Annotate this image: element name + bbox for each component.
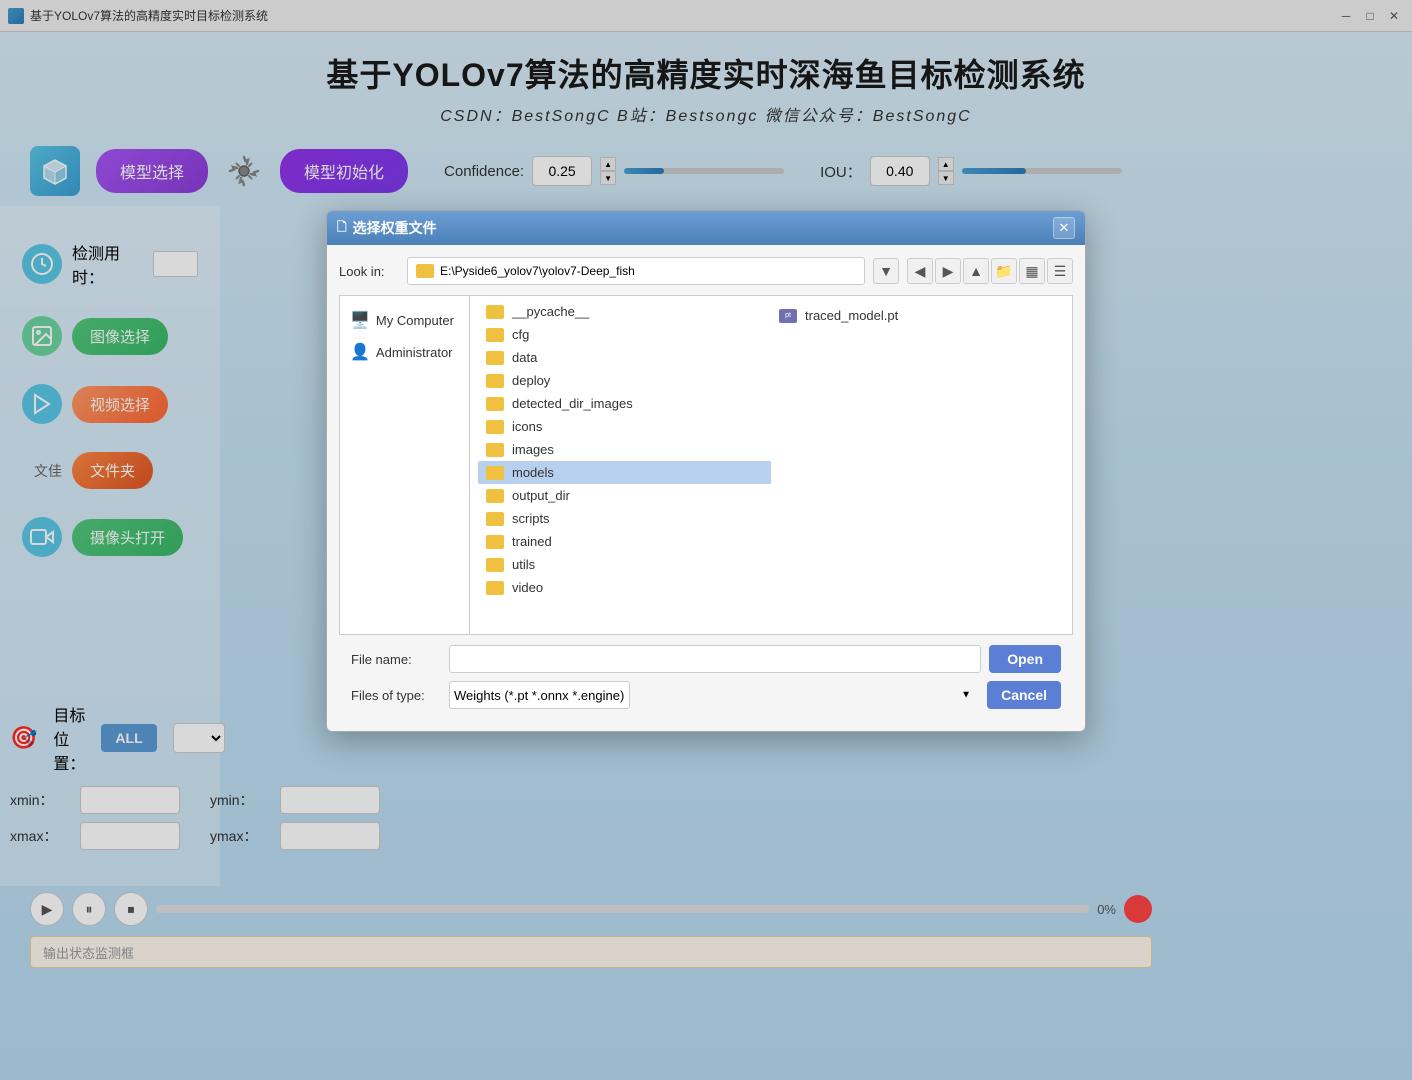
- list-item[interactable]: output_dir: [478, 484, 771, 507]
- lookin-label: Look in:: [339, 264, 399, 279]
- nav-new-folder-button[interactable]: 📁: [991, 258, 1017, 284]
- folder-icon: [486, 351, 504, 365]
- list-item[interactable]: scripts: [478, 507, 771, 530]
- lookin-row: Look in: E:\Pyside6_yolov7\yolov7-Deep_f…: [339, 257, 1073, 285]
- path-dropdown: ▼: [873, 258, 899, 284]
- user-icon: 👤: [350, 342, 370, 362]
- file-dialog: 🗋 选择权重文件 ✕ Look in: E:\Pyside6_yolov7\yo…: [326, 210, 1086, 732]
- list-item[interactable]: deploy: [478, 369, 771, 392]
- folder-icon: [486, 512, 504, 526]
- folder-icon: [486, 558, 504, 572]
- dialog-tree: 🖥️ My Computer 👤 Administrator: [340, 296, 470, 634]
- folder-icon: [486, 581, 504, 595]
- filetype-row: Files of type: Weights (*.pt *.onnx *.en…: [351, 681, 1061, 709]
- filename-row: File name: Open: [351, 645, 1061, 673]
- pt-file-icon: pt: [779, 309, 797, 323]
- filetype-select-wrapper: Weights (*.pt *.onnx *.engine) ▼: [449, 681, 979, 709]
- list-item[interactable]: detected_dir_images: [478, 392, 771, 415]
- dialog-title: 🗋 选择权重文件: [337, 218, 437, 239]
- dialog-files: __pycache__ cfg data: [470, 296, 1072, 634]
- dialog-title-bar: 🗋 选择权重文件 ✕: [327, 211, 1085, 245]
- nav-list-view-button[interactable]: ▦: [1019, 258, 1045, 284]
- list-item-models[interactable]: models: [478, 461, 771, 484]
- list-item[interactable]: utils: [478, 553, 771, 576]
- dialog-body: Look in: E:\Pyside6_yolov7\yolov7-Deep_f…: [327, 245, 1085, 731]
- folder-icon: [486, 420, 504, 434]
- dialog-footer: File name: Open Files of type: Weights (…: [339, 635, 1073, 719]
- folder-icon: [486, 535, 504, 549]
- select-arrow-icon: ▼: [961, 690, 971, 701]
- folder-icon: [486, 397, 504, 411]
- filetype-label: Files of type:: [351, 688, 441, 703]
- lookin-folder-icon: [416, 264, 434, 278]
- path-dropdown-btn[interactable]: ▼: [873, 258, 899, 284]
- list-item[interactable]: data: [478, 346, 771, 369]
- lookin-path: E:\Pyside6_yolov7\yolov7-Deep_fish: [407, 257, 865, 285]
- folder-icon: [486, 443, 504, 457]
- folder-icon: [486, 466, 504, 480]
- list-item-traced[interactable]: pt traced_model.pt: [771, 304, 1064, 327]
- nav-back-button[interactable]: ◀: [907, 258, 933, 284]
- files-right-col: pt traced_model.pt: [771, 300, 1064, 599]
- nav-forward-button[interactable]: ▶: [935, 258, 961, 284]
- nav-up-button[interactable]: ▲: [963, 258, 989, 284]
- filename-label: File name:: [351, 652, 441, 667]
- list-item[interactable]: trained: [478, 530, 771, 553]
- tree-item-computer[interactable]: 🖥️ My Computer: [340, 304, 469, 336]
- list-item[interactable]: cfg: [478, 323, 771, 346]
- dialog-close-button[interactable]: ✕: [1053, 217, 1075, 239]
- list-item[interactable]: video: [478, 576, 771, 599]
- files-layout: __pycache__ cfg data: [478, 300, 1064, 599]
- folder-icon: [486, 374, 504, 388]
- list-item[interactable]: images: [478, 438, 771, 461]
- main-window: 基于YOLOv7算法的高精度实时目标检测系统 ─ □ ✕ 基于YOLOv7算法的…: [0, 0, 1412, 1080]
- cancel-button[interactable]: Cancel: [987, 681, 1061, 709]
- nav-buttons: ◀ ▶ ▲ 📁 ▦ ☰: [907, 258, 1073, 284]
- list-item[interactable]: __pycache__: [478, 300, 771, 323]
- filename-input[interactable]: [449, 645, 981, 673]
- folder-icon: [486, 489, 504, 503]
- tree-item-admin[interactable]: 👤 Administrator: [340, 336, 469, 368]
- nav-details-view-button[interactable]: ☰: [1047, 258, 1073, 284]
- open-button[interactable]: Open: [989, 645, 1061, 673]
- filetype-select[interactable]: Weights (*.pt *.onnx *.engine): [449, 681, 630, 709]
- files-left-col: __pycache__ cfg data: [478, 300, 771, 599]
- file-browser-pane: 🖥️ My Computer 👤 Administrator: [339, 295, 1073, 635]
- folder-icon: [486, 305, 504, 319]
- computer-icon: 🖥️: [350, 310, 370, 330]
- list-item[interactable]: icons: [478, 415, 771, 438]
- folder-icon: [486, 328, 504, 342]
- dialog-overlay: 🗋 选择权重文件 ✕ Look in: E:\Pyside6_yolov7\yo…: [0, 0, 1412, 1080]
